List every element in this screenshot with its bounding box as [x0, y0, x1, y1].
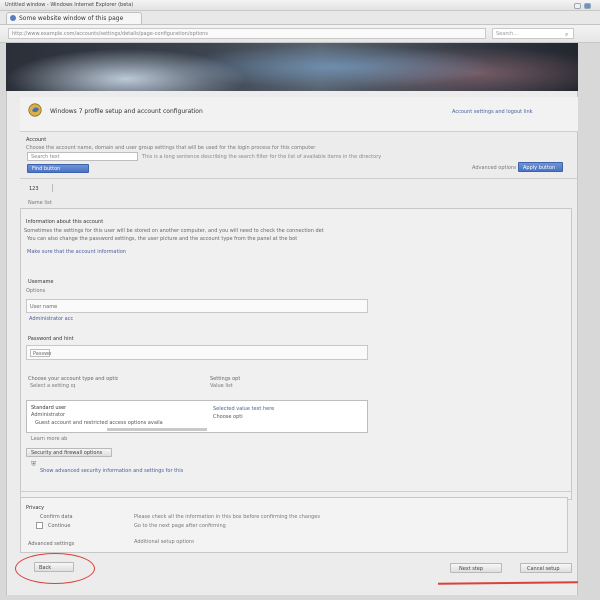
- description-line-1: Sometimes the settings for this user wil…: [24, 228, 324, 234]
- window-title: Untitled window - Windows Internet Explo…: [5, 2, 134, 8]
- description-heading: Information about this account: [26, 219, 104, 225]
- advanced-settings-label: Advanced settings: [28, 541, 75, 547]
- address-text: http://www.example.com/accounts/settings…: [12, 31, 208, 37]
- admin-access-link[interactable]: Administrator access: [29, 316, 73, 322]
- confirm-text: Please check all the information in this…: [134, 514, 320, 520]
- advanced-options-link[interactable]: Advanced options: [472, 165, 516, 171]
- divider: [20, 491, 572, 492]
- horizontal-scrollbar[interactable]: [107, 428, 207, 431]
- security-options-button[interactable]: Security and firewall options: [26, 448, 112, 457]
- address-bar[interactable]: http://www.example.com/accounts/settings…: [8, 28, 486, 39]
- browser-toolbar: http://www.example.com/accounts/settings…: [0, 25, 600, 43]
- window-title-bar: Untitled window - Windows Internet Explo…: [0, 0, 600, 11]
- minimize-button[interactable]: [574, 3, 581, 9]
- account-type-list[interactable]: Standard user Administrator Guest accoun…: [26, 400, 368, 433]
- username-label: User name: [30, 304, 58, 310]
- shield-icon: ⛨: [31, 460, 37, 468]
- section-label: Account: [26, 137, 47, 143]
- tab-strip: Some website window of this page: [0, 11, 600, 25]
- cancel-setup-button[interactable]: Cancel setup: [520, 563, 572, 573]
- search-placeholder: Search...: [496, 31, 518, 37]
- password-field[interactable]: Password: [30, 349, 51, 357]
- description-line-2: You can also change the password setting…: [27, 236, 297, 242]
- description-line-3[interactable]: Make sure that the account information i…: [27, 249, 127, 255]
- divider: [20, 131, 578, 132]
- divider: [20, 178, 578, 179]
- tab-title: Some website window of this page: [19, 15, 124, 22]
- search-icon[interactable]: ⌕: [565, 31, 568, 39]
- account-settings-link[interactable]: Account settings and logout link: [452, 109, 572, 115]
- next-step-button[interactable]: Next step: [450, 563, 502, 573]
- filter-search-value: Search text: [31, 154, 60, 160]
- divider: [52, 184, 53, 192]
- security-info-link[interactable]: Show advanced security information and s…: [40, 468, 184, 474]
- filter-hint: This is a long sentence describing the s…: [142, 154, 382, 160]
- learn-more-link[interactable]: Learn more about this: [31, 436, 67, 442]
- continue-label: Continue: [48, 523, 71, 529]
- list-sub-label: Name list: [28, 200, 52, 206]
- list-item[interactable]: Standard user: [31, 405, 71, 411]
- page-icon: [10, 15, 16, 21]
- account-type-sub: Select a setting option: [30, 383, 75, 389]
- app-logo-icon: [28, 103, 42, 117]
- privacy-group-title: Privacy: [26, 505, 45, 511]
- settings-option-label: Settings option: [210, 376, 240, 382]
- filter-search-input[interactable]: Search text: [27, 152, 138, 161]
- list-item[interactable]: Administrator: [31, 412, 71, 418]
- section-description: Choose the account name, domain and user…: [26, 145, 316, 151]
- advanced-settings-text: Additional setup options: [134, 539, 194, 545]
- username-group-subtitle: Options: [26, 288, 46, 294]
- continue-text: Go to the next page after confirming: [134, 523, 226, 529]
- list-count: 123: [29, 186, 39, 192]
- apply-button[interactable]: Apply button: [518, 162, 563, 172]
- find-button[interactable]: Find button: [27, 164, 89, 173]
- confirm-label: Confirm data: [40, 514, 73, 520]
- settings-option-sub: Value list: [210, 383, 233, 389]
- confirm-checkbox[interactable]: [36, 522, 43, 529]
- browser-search-input[interactable]: Search... ⌕: [492, 28, 574, 39]
- list-item[interactable]: Choose option: [213, 414, 243, 420]
- account-type-label: Choose your account type and options: [28, 376, 118, 382]
- username-group-title: Username: [28, 279, 54, 285]
- annotation-circle: [15, 553, 95, 584]
- page-title: Windows 7 profile setup and account conf…: [50, 108, 203, 115]
- close-button[interactable]: [584, 3, 591, 9]
- list-item[interactable]: Selected value text here: [213, 406, 289, 412]
- list-item[interactable]: Guest account and restricted access opti…: [35, 420, 163, 426]
- browser-tab[interactable]: Some website window of this page: [6, 12, 142, 24]
- username-row[interactable]: User name: [26, 299, 368, 313]
- password-row: Password: [26, 345, 368, 360]
- header-banner-image: [6, 43, 578, 91]
- password-group-title: Password and hint: [28, 336, 74, 342]
